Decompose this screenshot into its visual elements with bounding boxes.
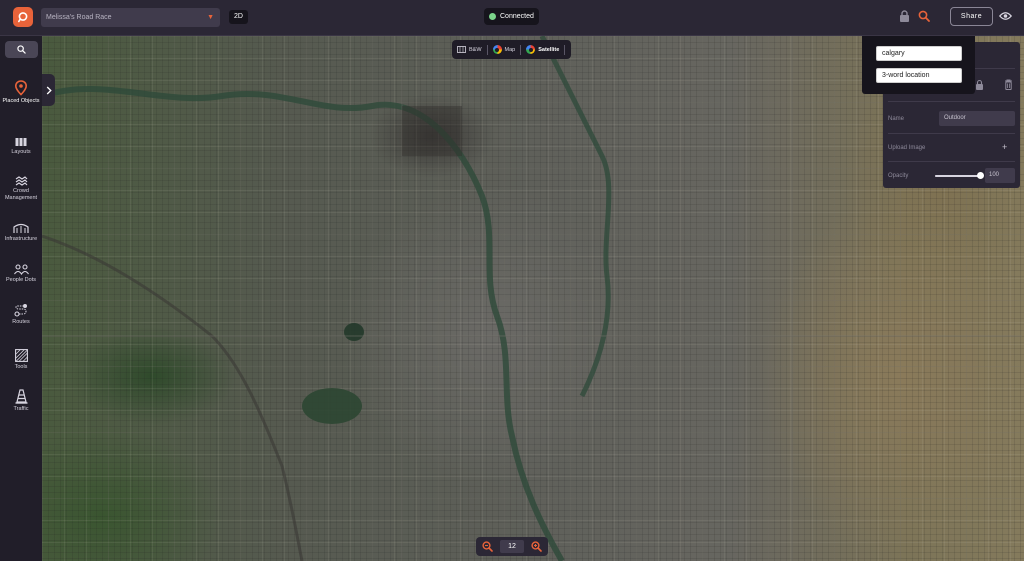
project-select[interactable]: Melissa's Road Race ▼ [41,8,220,27]
zoom-out-icon [482,541,493,552]
project-name: Melissa's Road Race [46,14,112,21]
sidebar-item-label: Traffic [13,406,29,412]
zoom-out-button[interactable] [480,539,495,554]
sidebar-item-routes[interactable]: Routes [0,299,42,326]
add-icon[interactable]: + [1002,142,1007,152]
sidebar-item-layouts[interactable]: Layouts [0,129,42,156]
app-logo-icon[interactable] [13,7,33,27]
location-search-input[interactable]: calgary [876,46,962,61]
lock-icon[interactable] [975,79,984,90]
sidebar-item-placed-objects[interactable]: Placed Objects [0,78,42,105]
connection-status-label: Connected [500,13,534,20]
lock-icon[interactable] [897,9,911,23]
search-icon [17,45,26,54]
status-dot-icon [489,13,496,20]
map-pin-icon [0,78,42,96]
eye-icon[interactable] [998,9,1012,23]
word-location-input[interactable]: 3-word location [876,68,962,83]
top-bar: Melissa's Road Race ▼ 2D Connected Share [0,0,1024,36]
opacity-slider-handle[interactable] [977,172,984,179]
people-icon [0,257,42,275]
tools-icon [0,344,42,362]
location-search-popover: calgary 3-word location [862,36,975,94]
sidebar-item-label: People Dots [6,277,36,283]
sidebar-item-tools[interactable]: Tools [0,344,42,371]
map-type-satellite[interactable]: Satellite [521,40,564,59]
divider [888,101,1015,102]
expand-panel-button[interactable] [42,74,55,106]
sidebar-item-label: Routes [12,319,30,325]
sidebar-item-people-dots[interactable]: People Dots [0,257,42,284]
trash-icon[interactable] [1004,79,1013,90]
map-icon [457,46,466,53]
zoom-in-icon [531,541,542,552]
map-type-bw[interactable]: B&W [452,40,487,59]
zoom-in-button[interactable] [529,539,544,554]
sidebar: Placed Objects Layouts Crowd Management … [0,36,42,561]
map-type-map[interactable]: Map [488,40,521,59]
google-icon [492,45,502,54]
divider [888,133,1015,134]
sidebar-item-label: Infrastructure [4,236,38,242]
traffic-cone-icon [0,386,42,404]
map-type-bw-label: B&W [469,46,482,53]
map-type-satellite-label: Satellite [538,46,560,53]
chevron-right-icon [46,86,52,94]
sidebar-item-label: Crowd Management [4,188,38,201]
connection-status: Connected [484,8,539,25]
upload-image-label: Upload Image [888,145,926,151]
sidebar-item-label: Layouts [11,149,31,155]
sidebar-item-label: Placed Objects [2,98,40,104]
river-overlay [42,36,1022,561]
sidebar-search-button[interactable] [5,41,38,58]
sidebar-item-crowd-management[interactable]: Crowd Management [0,168,42,201]
divider [564,44,566,55]
crowd-icon [0,168,42,186]
map-type-switcher: B&W Map Satellite [452,40,571,59]
opacity-slider-fill [935,175,981,177]
share-button[interactable]: Share [950,7,993,26]
map-type-map-label: Map [504,46,516,53]
chevron-down-icon: ▼ [207,14,214,21]
infrastructure-icon [0,216,42,234]
name-field[interactable]: Outdoor [939,111,1015,126]
satellite-map[interactable] [42,36,1024,561]
search-icon[interactable] [917,9,931,23]
opacity-slider[interactable] [935,172,984,179]
zoom-level[interactable]: 12 [500,540,524,553]
routes-icon [0,299,42,317]
divider [888,161,1015,162]
sidebar-item-infrastructure[interactable]: Infrastructure [0,216,42,243]
view-mode-toggle[interactable]: 2D [229,10,248,24]
zoom-control: 12 [476,537,548,556]
opacity-label: Opacity [888,173,909,179]
sidebar-item-traffic[interactable]: Traffic [0,386,42,413]
google-icon [526,45,536,54]
sidebar-item-label: Tools [14,364,28,370]
opacity-field[interactable]: 100 [985,168,1015,183]
name-label: Name [888,116,905,122]
layouts-icon [0,129,42,147]
